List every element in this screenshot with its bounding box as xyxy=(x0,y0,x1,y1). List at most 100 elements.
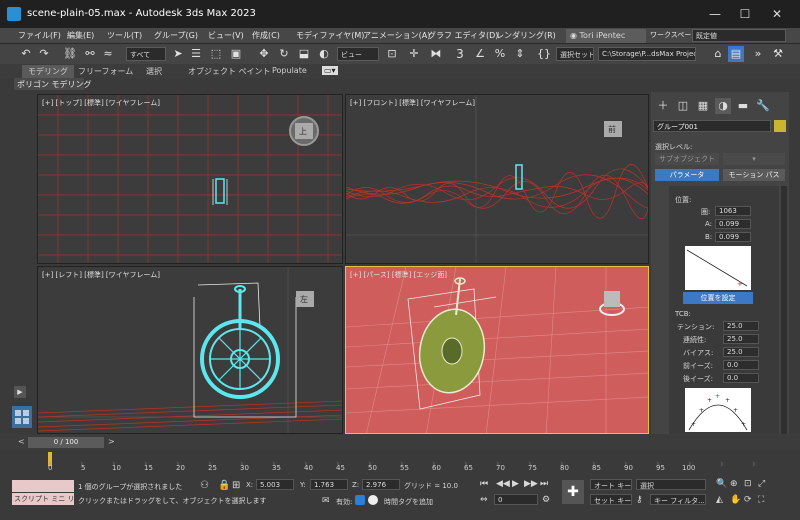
a-spinner[interactable]: 0.099 xyxy=(715,219,751,229)
z-coord-field[interactable]: 2.976 xyxy=(362,479,400,490)
percent-snap-icon[interactable]: % xyxy=(492,46,508,62)
set-keys-icon[interactable]: ✚ xyxy=(562,480,584,504)
key-icon[interactable]: ⚷ xyxy=(636,495,643,505)
viewport-top[interactable]: [+] [トップ] [標準] [ワイヤフレーム] 上 xyxy=(37,94,343,264)
maxscript-output[interactable]: スクリプト ミニ リス xyxy=(12,493,74,505)
isolate-icon[interactable]: ⚇ xyxy=(200,480,209,491)
key-mode-toggle-icon[interactable]: ⇔ xyxy=(480,495,488,505)
play-icon[interactable]: ▶ xyxy=(512,479,519,489)
menu-create[interactable]: 作成(C) xyxy=(252,30,280,41)
fov-icon[interactable]: ◭ xyxy=(716,495,723,505)
viewport-perspective[interactable]: [+] [パース] [標準] [エッジ面] xyxy=(345,266,649,434)
menu-edit[interactable]: 編集(E) xyxy=(67,30,94,41)
create-tab-icon[interactable]: ＋ xyxy=(655,98,671,114)
tab-freeform[interactable]: フリーフォーム xyxy=(78,66,133,77)
redo-icon[interactable]: ↷ xyxy=(36,46,52,62)
key-filters-button[interactable]: キー フィルタ... xyxy=(650,494,706,505)
workspace-dropdown[interactable]: 既定値 xyxy=(692,29,786,42)
y-coord-field[interactable]: 1.763 xyxy=(310,479,348,490)
motion-paths-button[interactable]: モーション パス xyxy=(723,169,785,181)
place-icon[interactable]: ◐ xyxy=(316,46,332,62)
bias-spinner[interactable]: 25.0 xyxy=(723,347,759,357)
window-crossing-icon[interactable]: ▣ xyxy=(228,46,244,62)
select-object-icon[interactable]: ➤ xyxy=(170,46,186,62)
view-cube-left[interactable]: 左 xyxy=(300,294,308,305)
spinner-snap-icon[interactable]: ⇕ xyxy=(512,46,528,62)
menu-modifiers[interactable]: モディファイヤ(M) xyxy=(296,30,364,41)
time-tag-icon[interactable] xyxy=(368,495,378,505)
tab-populate[interactable]: Populate xyxy=(272,66,307,75)
object-color-swatch[interactable] xyxy=(774,120,786,132)
undo-icon[interactable]: ↶ xyxy=(18,46,34,62)
unlink-icon[interactable]: ⚯ xyxy=(82,46,98,62)
hierarchy-tab-icon[interactable]: ▦ xyxy=(695,98,711,114)
ribbon-toggle-icon[interactable]: ▭▾ xyxy=(322,66,338,75)
more-tools-icon[interactable]: » xyxy=(750,46,766,62)
tab-object-paint[interactable]: オブジェクト ペイント xyxy=(188,66,271,77)
time-config-icon[interactable]: ⚙ xyxy=(542,495,550,505)
maxscript-input[interactable] xyxy=(12,480,74,492)
project-path[interactable]: C:\Storage\P...dsMax Project xyxy=(598,47,696,61)
project-icon[interactable]: ⌂ xyxy=(710,46,726,62)
sub-object-dropdown[interactable]: ▾ xyxy=(723,153,785,165)
orbit-icon[interactable]: ⟳ xyxy=(744,495,752,505)
minimize-button[interactable]: — xyxy=(700,0,730,28)
lock-icon[interactable]: 🔒 xyxy=(218,480,230,491)
named-selection-sets[interactable]: 選択セット xyxy=(556,47,594,61)
save-icon[interactable]: ▤ xyxy=(728,46,744,62)
continuity-spinner[interactable]: 25.0 xyxy=(723,334,759,344)
scale-icon[interactable]: ⬓ xyxy=(296,46,312,62)
sub-object-button[interactable]: サブオブジェクト xyxy=(655,153,719,165)
ease-to-spinner[interactable]: 0.0 xyxy=(723,360,759,370)
selection-set-dropdown[interactable]: 選択 xyxy=(636,479,706,490)
absolute-mode-icon[interactable]: ⊞ xyxy=(232,480,240,491)
set-position-button[interactable]: 位置を設定 xyxy=(683,292,753,304)
polygon-modeling-panel[interactable]: ポリゴン モデリング xyxy=(14,78,92,90)
frame-spinner[interactable]: 1063 xyxy=(715,206,751,216)
script-icon[interactable]: ✉ xyxy=(322,496,330,506)
link-icon[interactable]: ⛓ xyxy=(62,46,78,62)
menu-rendering[interactable]: レンダリング(R) xyxy=(496,30,556,41)
goto-end-icon[interactable]: ⏭ xyxy=(540,479,548,489)
move-icon[interactable]: ✥ xyxy=(256,46,272,62)
menu-view[interactable]: ビュー(V) xyxy=(208,30,244,41)
viewport-front[interactable]: [+] [フロント] [標準] [ワイヤフレーム] 前 xyxy=(345,94,649,264)
rotate-icon[interactable]: ↻ xyxy=(276,46,292,62)
modify-tab-icon[interactable]: ◫ xyxy=(675,98,691,114)
ease-from-spinner[interactable]: 0.0 xyxy=(723,373,759,383)
select-by-name-icon[interactable]: ☰ xyxy=(188,46,204,62)
utilities-tab-icon[interactable]: 🔧 xyxy=(755,98,771,114)
maximize-button[interactable]: ☐ xyxy=(730,0,760,28)
zoom-icon[interactable]: 🔍 xyxy=(716,479,727,489)
object-name-field[interactable]: グループ001 xyxy=(653,120,771,132)
tension-spinner[interactable]: 25.0 xyxy=(723,321,759,331)
prev-frame-icon[interactable]: < xyxy=(18,437,25,446)
command-panel-scrollbar[interactable] xyxy=(781,186,787,434)
maximize-viewport-icon[interactable]: ⛶ xyxy=(758,495,764,505)
view-cube-front[interactable]: 前 xyxy=(608,124,616,135)
menu-tools[interactable]: ツール(T) xyxy=(107,30,142,41)
bind-spacewarp-icon[interactable]: ≈ xyxy=(100,46,116,62)
auto-key-button[interactable]: オート キー xyxy=(590,479,632,490)
track-bar[interactable]: 0 5 10 15 20 25 30 35 40 45 50 55 60 65 … xyxy=(42,450,762,476)
next-key-icon[interactable]: ▶▶ xyxy=(524,479,538,489)
time-slider[interactable]: 0 / 100 xyxy=(28,437,104,448)
parameters-button[interactable]: パラメータ xyxy=(655,169,719,181)
motion-tab-icon[interactable]: ◑ xyxy=(715,98,731,114)
set-key-button[interactable]: セット キー xyxy=(590,494,632,505)
selection-filter-dropdown[interactable]: すべて xyxy=(126,47,166,61)
reference-coord-dropdown[interactable]: ビュー xyxy=(337,47,379,61)
edit-named-sel-icon[interactable]: {} xyxy=(536,46,552,62)
enabled-icon[interactable] xyxy=(355,495,365,505)
x-coord-field[interactable]: 5.003 xyxy=(256,479,294,490)
zoom-extents-icon[interactable]: ⊡ xyxy=(744,479,752,489)
tab-modeling[interactable]: モデリング xyxy=(22,65,74,78)
view-cube-top[interactable]: 上 xyxy=(299,126,307,137)
b-spinner[interactable]: 0.099 xyxy=(715,232,751,242)
mirror-icon[interactable]: ⧓ xyxy=(428,46,444,62)
prev-key-icon[interactable]: ◀◀ xyxy=(496,479,510,489)
display-tab-icon[interactable]: ▬ xyxy=(735,98,751,114)
snap-3d-icon[interactable]: 3 xyxy=(452,46,468,62)
pan-icon[interactable]: ✋ xyxy=(730,495,741,505)
zoom-all-icon[interactable]: ⊕ xyxy=(730,479,738,489)
